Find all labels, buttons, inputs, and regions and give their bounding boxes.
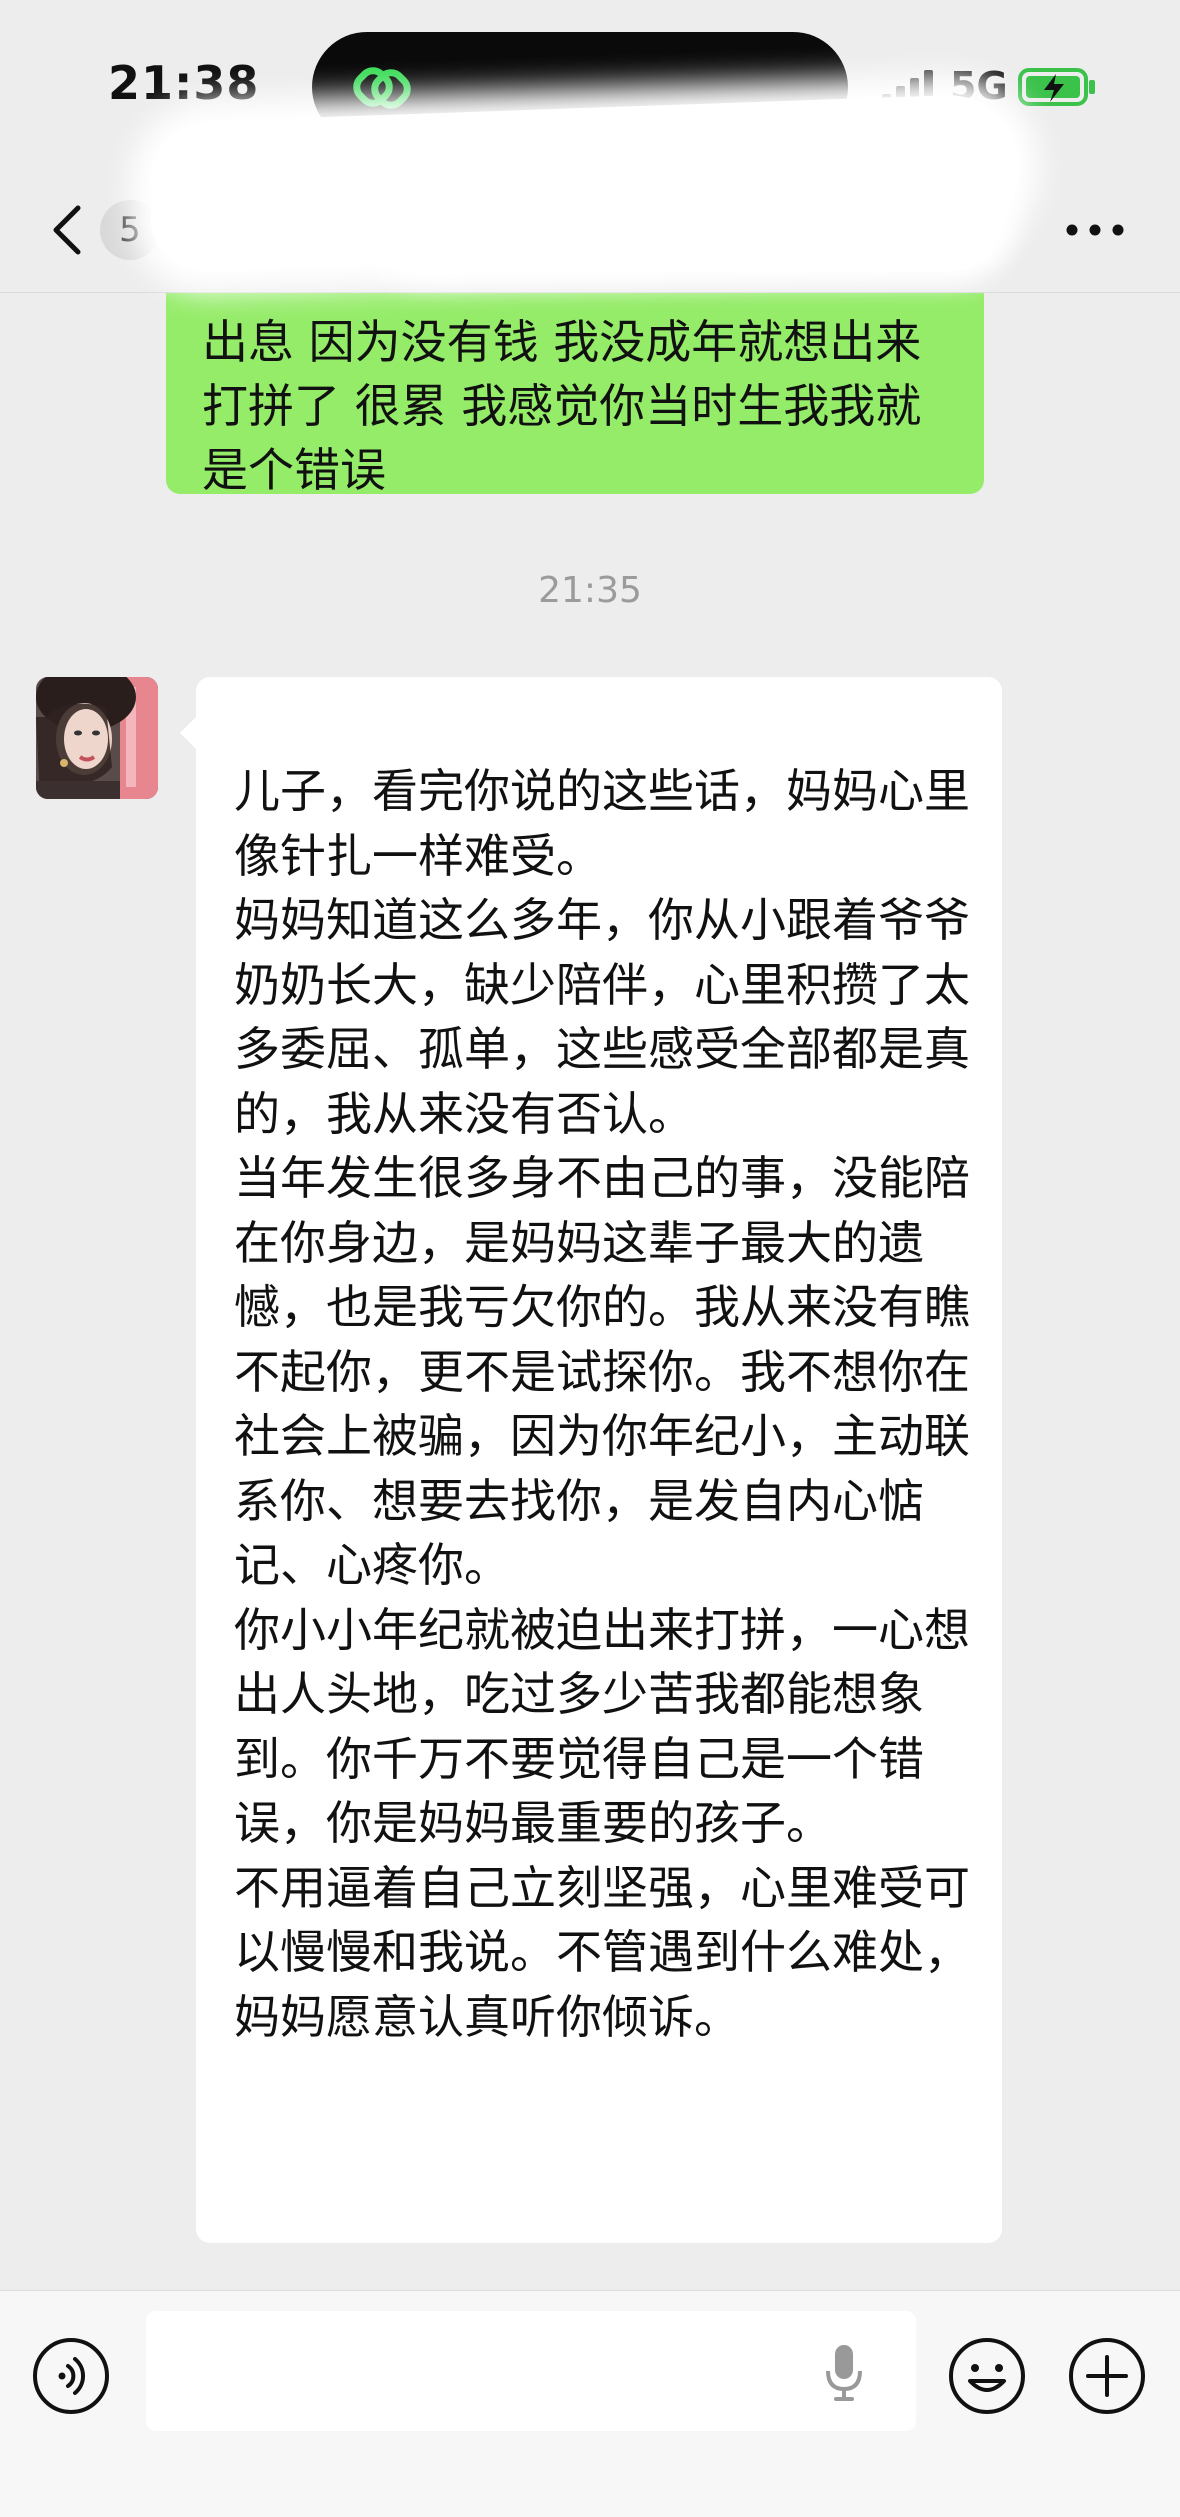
more-icon[interactable] — [1060, 210, 1130, 250]
avatar-image — [36, 677, 158, 799]
redaction-scribble-2 — [380, 180, 1000, 270]
chat-area[interactable]: 出息 因为没有钱 我没成年就想出来打拼了 很累 我感觉你当时生我我就是个错误 2… — [0, 292, 1180, 2290]
chevron-left-icon[interactable] — [40, 200, 96, 260]
mic-icon[interactable] — [822, 2341, 866, 2405]
emoji-icon[interactable] — [946, 2335, 1028, 2417]
message-input-bar — [0, 2290, 1180, 2517]
plus-icon[interactable] — [1066, 2335, 1148, 2417]
voice-icon[interactable] — [30, 2335, 112, 2417]
battery-charging-icon — [1018, 68, 1095, 106]
sent-message-text: 出息 因为没有钱 我没成年就想出来打拼了 很累 我感觉你当时生我我就是个错误 — [202, 315, 922, 497]
sent-message-bubble[interactable]: 出息 因为没有钱 我没成年就想出来打拼了 很累 我感觉你当时生我我就是个错误 — [166, 292, 984, 497]
link-icon — [353, 67, 411, 109]
chat-nav-bar: 5 — [0, 92, 1180, 293]
message-input[interactable] — [146, 2311, 916, 2431]
received-message-bubble[interactable]: 儿子，看完你说的这些话，妈妈心里像针扎一样难受。 妈妈知道这么多年，你从小跟着爷… — [180, 677, 1002, 2243]
status-time: 21:38 — [108, 56, 260, 110]
message-timestamp: 21:35 — [538, 570, 642, 611]
avatar[interactable] — [36, 677, 158, 799]
received-message-text: 儿子，看完你说的这些话，妈妈心里像针扎一样难受。 妈妈知道这么多年，你从小跟着爷… — [234, 764, 970, 2044]
